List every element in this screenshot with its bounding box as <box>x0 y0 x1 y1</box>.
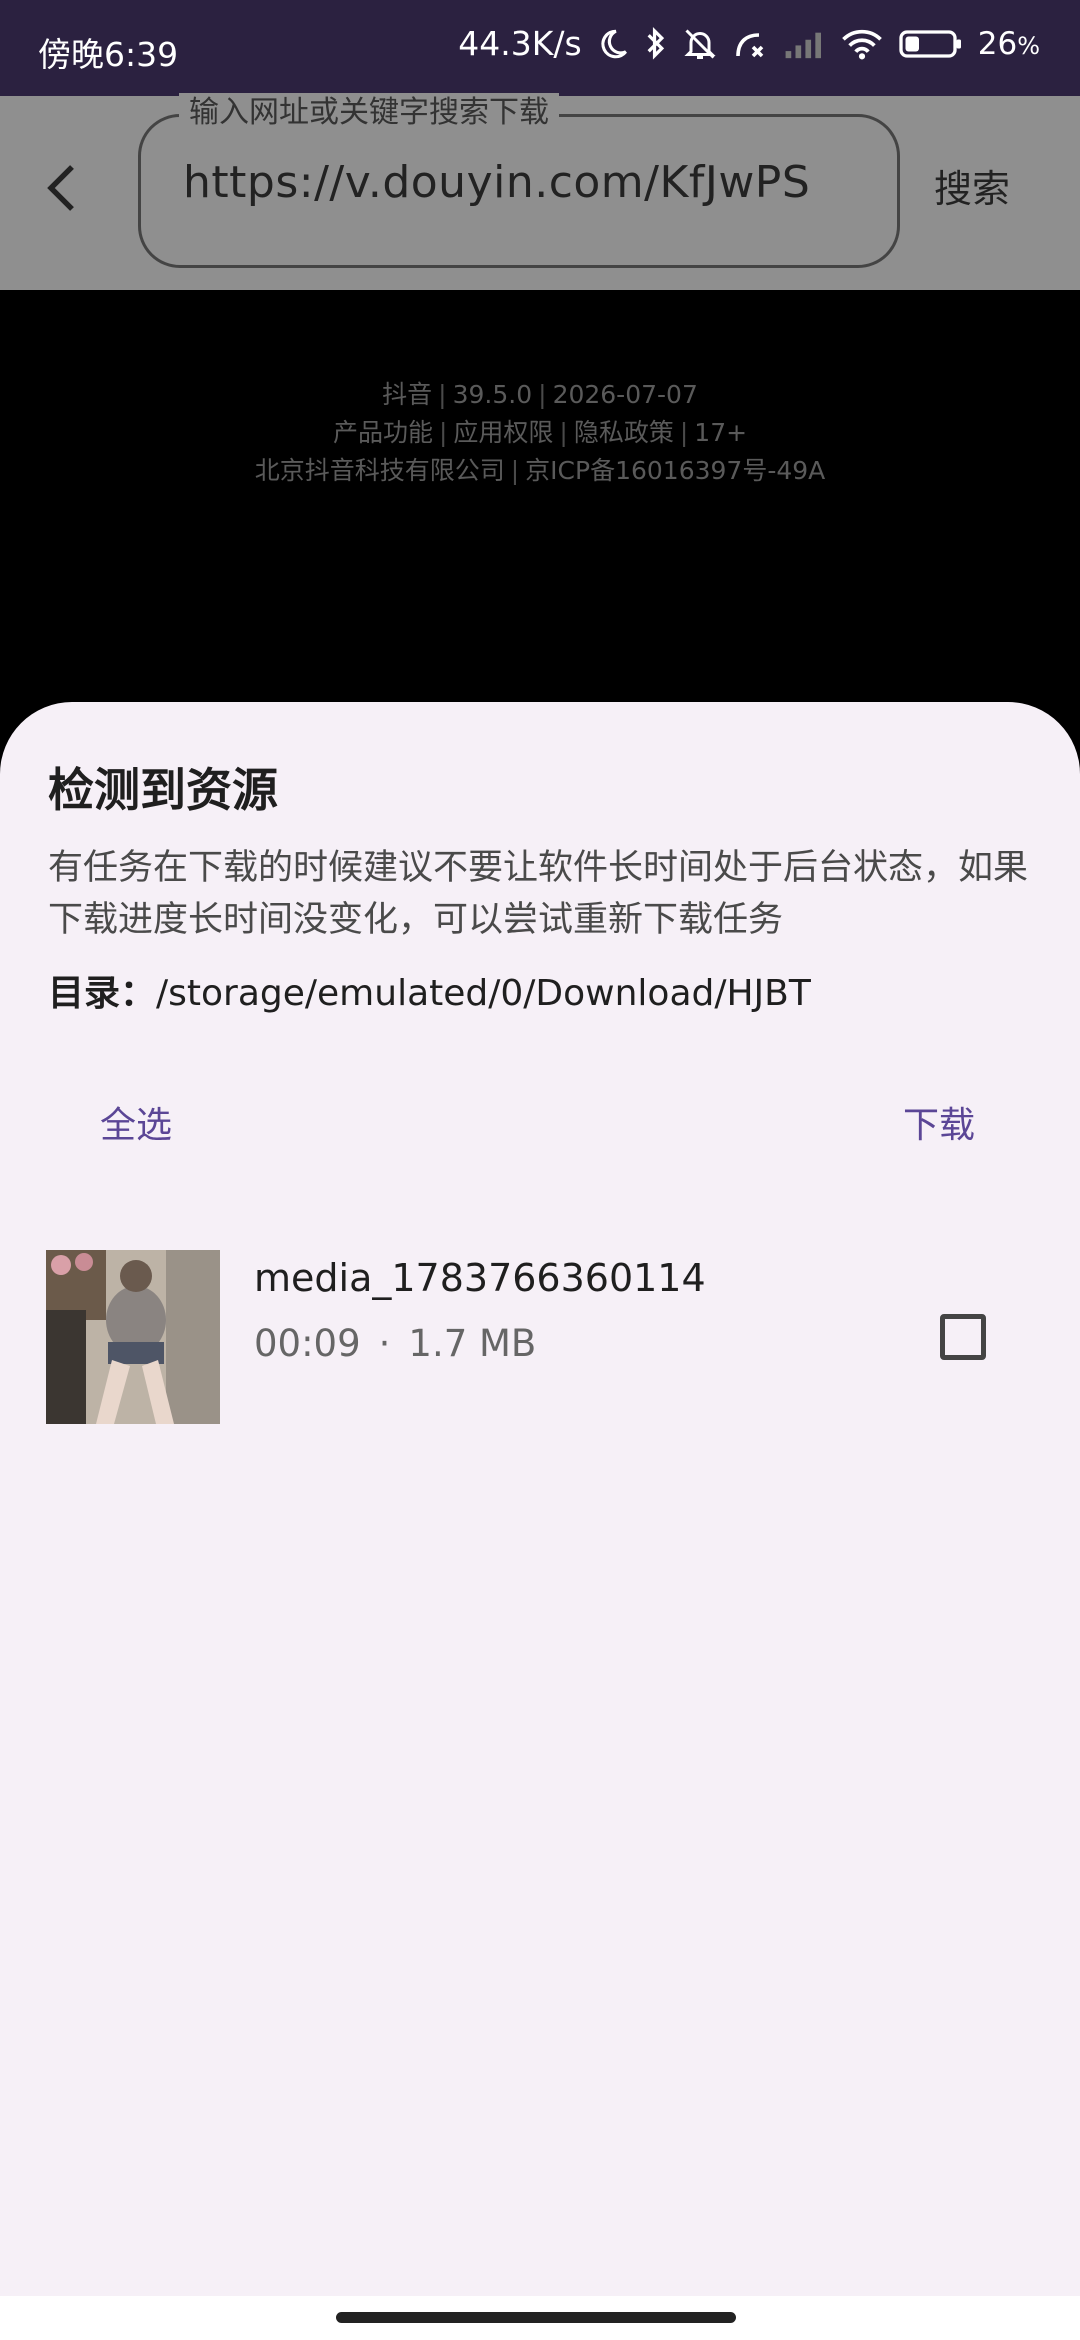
item-size: 1.7 MB <box>408 1322 537 1365</box>
item-meta: 00:09 · 1.7 MB <box>254 1322 537 1365</box>
search-input[interactable]: https://v.douyin.com/KfJwPS <box>183 157 863 227</box>
download-directory: 目录：/storage/emulated/0/Download/HJBT <box>48 964 811 1016</box>
item-duration: 00:09 <box>254 1322 361 1365</box>
battery-icon <box>898 27 964 61</box>
back-arrow-icon <box>47 165 74 211</box>
signal-icon <box>782 27 826 61</box>
bluetooth-icon <box>644 25 668 63</box>
battery-percent: 26% <box>977 25 1040 62</box>
item-file-name: media_1783766360114 <box>254 1256 706 1300</box>
sheet-title: 检测到资源 <box>48 763 278 817</box>
call-forward-icon <box>732 26 768 62</box>
web-info-line-2: 产品功能 | 应用权限 | 隐私政策 | 17+ <box>332 418 748 447</box>
search-field[interactable]: 输入网址或关键字搜索下载 https://v.douyin.com/KfJwPS <box>138 93 900 268</box>
directory-path: /storage/emulated/0/Download/HJBT <box>156 973 811 1014</box>
sheet-description: 有任务在下载的时候建议不要让软件长时间处于后台状态，如果下载进度长时间没变化，可… <box>48 848 1029 940</box>
back-button[interactable] <box>30 148 90 228</box>
status-bar: 傍晚6:39 44.3K/s 26% <box>0 0 1080 96</box>
select-all-button[interactable]: 全选 <box>100 1096 172 1148</box>
search-field-label: 输入网址或关键字搜索下载 <box>179 93 559 133</box>
status-time: 傍晚6:39 <box>38 35 179 74</box>
web-info-line-1: 抖音 | 39.5.0 | 2026-07-07 <box>382 380 698 409</box>
item-checkbox[interactable] <box>940 1314 986 1360</box>
mute-bell-icon <box>682 26 718 62</box>
directory-label: 目录： <box>48 973 157 1014</box>
video-thumbnail <box>46 1250 220 1424</box>
web-footer-info: 抖音 | 39.5.0 | 2026-07-07 产品功能 | 应用权限 | 隐私政策 | 17+ … <box>0 376 1080 490</box>
wifi-icon <box>840 27 884 61</box>
home-indicator[interactable] <box>336 2312 736 2323</box>
top-bar: 输入网址或关键字搜索下载 https://v.douyin.com/KfJwPS… <box>0 93 1080 290</box>
network-speed: 44.3K/s <box>458 24 582 63</box>
download-button[interactable]: 下载 <box>903 1096 975 1148</box>
resource-bottom-sheet: 检测到资源 有任务在下载的时候建议不要让软件长时间处于后台状态，如果下载进度长时… <box>0 702 1080 2340</box>
list-item[interactable]: media_1783766360114 00:09 · 1.7 MB <box>46 1250 1046 1426</box>
search-button[interactable]: 搜索 <box>934 158 1010 213</box>
moon-icon <box>596 27 630 61</box>
status-icons: 44.3K/s 26% <box>458 24 1040 63</box>
web-info-line-3: 北京抖音科技有限公司 | 京ICP备16016397号-49A <box>254 456 826 485</box>
